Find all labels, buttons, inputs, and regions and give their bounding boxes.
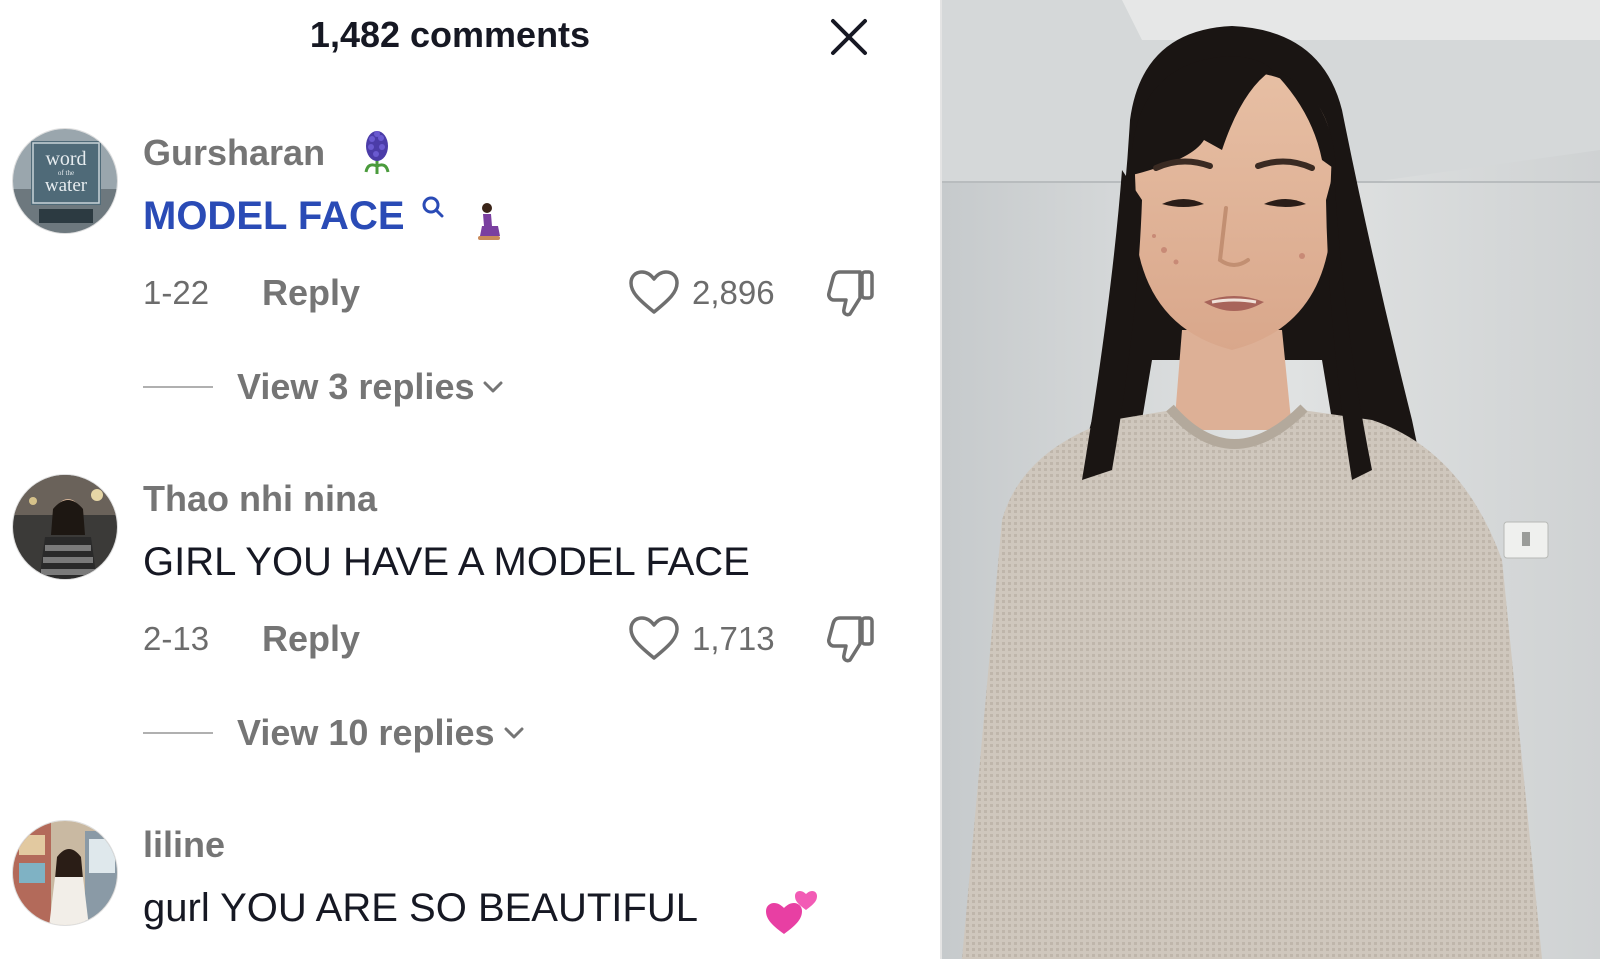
comments-count-title: 1,482 comments xyxy=(309,14,591,55)
chevron-down-icon xyxy=(504,727,524,739)
avatar[interactable]: word of the water xyxy=(12,128,118,234)
comment-text: gurl YOU ARE SO BEAUTIFUL xyxy=(143,886,698,930)
comment-username[interactable]: Thao nhi nina xyxy=(143,478,377,520)
comment-username[interactable]: liline xyxy=(143,824,225,866)
like-count: 1,713 xyxy=(692,620,775,657)
view-replies-divider xyxy=(143,732,213,734)
reply-button[interactable]: Reply xyxy=(262,272,360,314)
svg-text:word: word xyxy=(45,148,86,170)
avatar[interactable] xyxy=(12,820,118,926)
kneeling-woman-emoji-icon xyxy=(478,203,500,240)
svg-text:water: water xyxy=(45,175,88,196)
comment-username[interactable]: Gursharan xyxy=(143,132,325,174)
comment-text-search-link[interactable]: MODEL FACE xyxy=(143,194,405,239)
heart-icon[interactable] xyxy=(628,614,680,662)
close-button[interactable] xyxy=(826,14,872,60)
chevron-down-icon xyxy=(483,381,503,393)
video-frame-person-photo xyxy=(942,0,1600,959)
view-replies-divider xyxy=(143,386,213,388)
comment-date: 2-13 xyxy=(143,620,210,657)
comments-panel: 1,482 comments word of the water Gurshar… xyxy=(0,0,940,959)
avatar[interactable] xyxy=(12,474,118,580)
view-replies-button[interactable]: View 10 replies xyxy=(237,712,525,754)
reply-button[interactable]: Reply xyxy=(262,618,360,660)
dislike-icon[interactable] xyxy=(826,266,878,320)
close-icon xyxy=(831,19,867,55)
heart-icon[interactable] xyxy=(628,268,680,316)
view-replies-button[interactable]: View 3 replies xyxy=(237,366,504,408)
hyacinth-emoji-icon xyxy=(364,131,390,174)
comment-date: 1-22 xyxy=(143,274,210,311)
comment-text: GIRL YOU HAVE A MODEL FACE xyxy=(143,540,750,584)
like-count: 2,896 xyxy=(692,274,775,311)
search-icon[interactable] xyxy=(422,196,444,218)
two-hearts-emoji-icon xyxy=(766,891,817,934)
dislike-icon[interactable] xyxy=(826,612,878,666)
